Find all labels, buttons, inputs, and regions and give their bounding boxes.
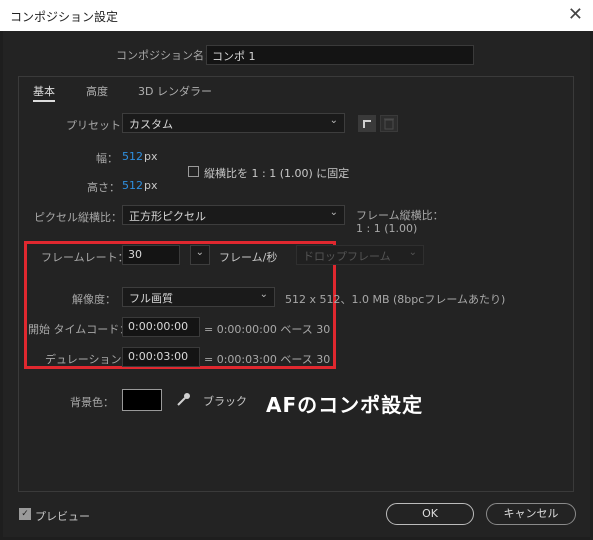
comp-name-label: コンポジション名： bbox=[116, 49, 215, 62]
window-title: コンポジション設定 bbox=[10, 10, 119, 24]
chevron-down-icon: ⌄ bbox=[329, 207, 338, 218]
annotation-text: AFのコンポ設定 bbox=[266, 393, 424, 417]
tab-3d-renderer[interactable]: 3D レンダラー bbox=[138, 83, 212, 99]
start-timecode-info: = 0:00:00:00 ベース 30 bbox=[204, 323, 331, 336]
frame-aspect-value: 1 : 1 (1.00) bbox=[356, 222, 418, 235]
pixel-aspect-value: 正方形ピクセル bbox=[129, 210, 206, 223]
frame-rate-label: フレームレート： bbox=[41, 251, 129, 264]
eyedropper-button[interactable] bbox=[173, 390, 193, 410]
chevron-down-icon: ⌄ bbox=[329, 115, 338, 126]
comp-name-input[interactable]: コンポ 1 bbox=[206, 45, 474, 65]
ok-button[interactable]: OK bbox=[386, 503, 474, 525]
tab-advanced[interactable]: 高度 bbox=[86, 83, 108, 99]
start-timecode-label: 開始 タイムコード： bbox=[28, 323, 131, 336]
aspect-lock-label: 縦横比を 1 : 1 (1.00) に固定 bbox=[204, 167, 350, 180]
save-preset-icon bbox=[363, 120, 371, 128]
chevron-down-icon: ⌄ bbox=[259, 289, 268, 300]
resolution-info: 512 x 512、1.0 MB (8bpcフレームあたり) bbox=[285, 293, 506, 306]
close-icon[interactable]: ✕ bbox=[568, 4, 583, 25]
height-value[interactable]: 512 bbox=[122, 179, 143, 192]
chevron-down-icon: ⌄ bbox=[408, 247, 417, 258]
title-bar: コンポジション設定 ✕ bbox=[0, 0, 593, 31]
drop-frame-dropdown[interactable]: ドロップフレーム ⌄ bbox=[296, 245, 424, 265]
resolution-dropdown[interactable]: フル画質 ⌄ bbox=[122, 287, 275, 307]
background-label: 背景色： bbox=[70, 396, 114, 409]
delete-preset-button[interactable] bbox=[380, 115, 398, 132]
preset-value: カスタム bbox=[129, 118, 173, 131]
tab-basic[interactable]: 基本 bbox=[33, 83, 55, 102]
frame-rate-input[interactable]: 30 bbox=[122, 245, 180, 265]
chevron-down-icon: ⌄ bbox=[195, 247, 204, 258]
duration-label: デュレーション： bbox=[45, 353, 133, 366]
aspect-lock-checkbox[interactable] bbox=[188, 166, 199, 177]
pixel-aspect-label: ピクセル縦横比： bbox=[34, 211, 122, 224]
preview-label: プレビュー bbox=[35, 510, 90, 523]
duration-input[interactable]: 0:00:03:00 bbox=[122, 347, 200, 367]
height-unit: px bbox=[144, 179, 158, 192]
drop-frame-value: ドロップフレーム bbox=[303, 250, 391, 263]
frame-rate-menu-button[interactable]: ⌄ bbox=[190, 245, 210, 265]
cancel-button[interactable]: キャンセル bbox=[486, 503, 576, 525]
eyedropper-icon bbox=[177, 393, 190, 406]
save-preset-button[interactable] bbox=[358, 115, 376, 132]
height-label: 高さ： bbox=[87, 181, 120, 194]
resolution-value: フル画質 bbox=[129, 292, 173, 305]
pixel-aspect-dropdown[interactable]: 正方形ピクセル ⌄ bbox=[122, 205, 345, 225]
width-value[interactable]: 512 bbox=[122, 150, 143, 163]
frame-aspect-label: フレーム縦横比： bbox=[356, 209, 444, 222]
preset-dropdown[interactable]: カスタム ⌄ bbox=[122, 113, 345, 133]
start-timecode-input[interactable]: 0:00:00:00 bbox=[122, 317, 200, 337]
width-label: 幅： bbox=[96, 152, 118, 165]
width-unit: px bbox=[144, 150, 158, 163]
preview-checkbox[interactable]: ✓ bbox=[19, 508, 31, 520]
background-color-name: ブラック bbox=[203, 395, 247, 408]
resolution-label: 解像度： bbox=[72, 293, 116, 306]
background-color-swatch[interactable] bbox=[122, 389, 162, 411]
frame-rate-unit: フレーム/秒 bbox=[219, 251, 278, 264]
trash-icon bbox=[384, 118, 394, 130]
duration-info: = 0:00:03:00 ベース 30 bbox=[204, 353, 331, 366]
